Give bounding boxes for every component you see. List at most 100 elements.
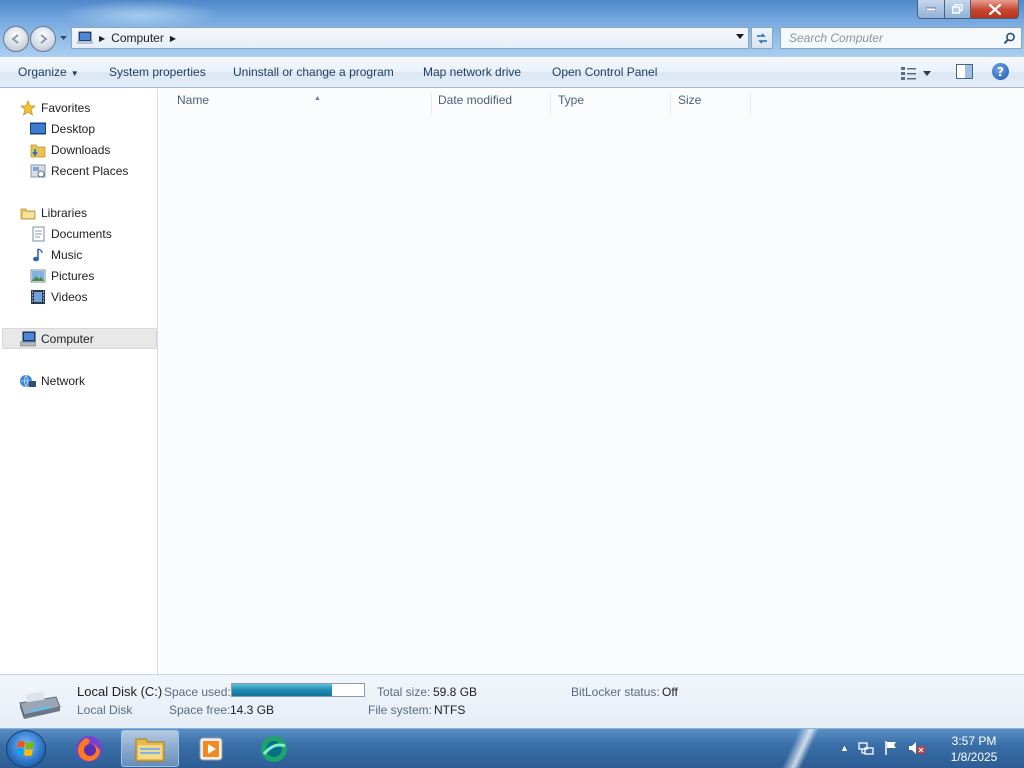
action-center-flag-icon[interactable] (883, 740, 899, 756)
firefox-icon (76, 735, 102, 762)
column-header-type[interactable]: Type (558, 93, 671, 115)
search-box[interactable] (780, 27, 1022, 49)
clock-time: 3:57 PM (951, 734, 997, 748)
computer-icon (20, 331, 36, 347)
network-status-icon[interactable] (858, 740, 874, 756)
clock-date: 1/8/2025 (950, 750, 998, 764)
nav-label: Videos (51, 289, 88, 304)
column-header-size[interactable]: Size (678, 93, 751, 115)
system-properties-button[interactable]: System properties (109, 65, 206, 79)
nav-item-pictures[interactable]: Pictures (30, 265, 94, 286)
nav-item-libraries[interactable]: Libraries (20, 202, 87, 223)
bitlocker-status-label: BitLocker status: (571, 685, 660, 699)
taskbar-explorer-button[interactable] (121, 730, 179, 767)
volume-muted-icon[interactable] (908, 740, 926, 756)
media-player-icon (199, 737, 223, 760)
space-free-label: Space free: (169, 703, 231, 717)
bitlocker-status-value: Off (662, 685, 678, 699)
show-hidden-icons-icon[interactable]: ▲ (840, 743, 849, 753)
nav-item-music[interactable]: Music (30, 244, 82, 265)
navigation-pane: Favorites Desktop Downloads Recent Place… (0, 89, 158, 674)
network-icon (20, 373, 36, 389)
nav-label: Computer (41, 331, 94, 346)
organize-label: Organize (18, 65, 67, 79)
windows-logo-icon (16, 741, 34, 756)
chevron-down-icon: ▼ (70, 69, 79, 78)
close-icon (988, 3, 1001, 15)
taskbar-clock[interactable]: 3:57 PM 1/8/2025 (944, 733, 1004, 765)
drive-name: Local Disk (C:) (77, 684, 163, 699)
refresh-button[interactable] (751, 27, 773, 49)
recent-places-icon (30, 163, 46, 179)
address-bar[interactable]: ▶ Computer ▶ (71, 27, 749, 49)
file-system-label: File system: (368, 703, 433, 717)
breadcrumb-separator-icon[interactable]: ▶ (99, 34, 105, 43)
videos-icon (30, 289, 46, 305)
nav-item-computer[interactable]: Computer (20, 328, 94, 349)
space-used-label: Space used: (164, 685, 231, 699)
breadcrumb-separator-icon[interactable]: ▶ (170, 34, 176, 43)
nav-item-desktop[interactable]: Desktop (30, 118, 95, 139)
forward-arrow-icon (40, 34, 48, 44)
space-used-bar (231, 683, 365, 697)
downloads-folder-icon (30, 142, 46, 158)
column-header-date-modified[interactable]: Date modified (438, 93, 551, 115)
hard-drive-icon (19, 691, 61, 719)
restore-icon (952, 4, 963, 14)
preview-pane-button[interactable] (956, 64, 974, 80)
app-icon (261, 735, 287, 762)
uninstall-program-button[interactable]: Uninstall or change a program (233, 65, 394, 79)
nav-label: Network (41, 373, 86, 388)
taskbar-firefox-button[interactable] (60, 730, 118, 767)
minimize-button[interactable] (917, 0, 945, 19)
nav-item-downloads[interactable]: Downloads (30, 139, 110, 160)
taskbar-media-player-button[interactable] (182, 730, 240, 767)
nav-label: Favorites (41, 100, 91, 115)
chevron-down-icon (923, 70, 931, 76)
nav-label: Music (51, 247, 83, 262)
nav-item-documents[interactable]: Documents (30, 223, 112, 244)
taskbar-app-button[interactable] (245, 730, 303, 767)
back-button[interactable] (3, 26, 29, 52)
map-network-drive-button[interactable]: Map network drive (423, 65, 521, 79)
nav-label: Recent Places (51, 163, 129, 178)
nav-item-favorites[interactable]: Favorites (20, 97, 90, 118)
libraries-icon (20, 205, 36, 221)
pictures-icon (30, 268, 46, 284)
address-history-chevron-icon[interactable] (736, 34, 744, 39)
computer-icon (77, 31, 93, 44)
nav-item-network[interactable]: Network (20, 370, 85, 391)
total-size-label: Total size: (377, 685, 431, 699)
start-button[interactable] (6, 730, 46, 768)
drive-type: Local Disk (77, 703, 133, 717)
star-icon (20, 99, 36, 116)
search-input[interactable] (781, 31, 991, 45)
desktop-icon (30, 121, 46, 137)
file-system-value: NTFS (434, 703, 466, 717)
minimize-icon (926, 7, 936, 11)
close-button[interactable] (971, 0, 1019, 19)
titlebar-glow (60, 0, 220, 30)
window-controls (917, 0, 1021, 19)
total-size-value: 59.8 GB (433, 685, 478, 699)
search-icon[interactable] (1003, 32, 1016, 45)
nav-item-videos[interactable]: Videos (30, 286, 87, 307)
organize-button[interactable]: Organize ▼ (18, 65, 79, 79)
recent-pages-dropdown[interactable] (59, 33, 67, 43)
maximize-button[interactable] (945, 0, 971, 19)
nav-item-recent-places[interactable]: Recent Places (30, 160, 128, 181)
file-list[interactable]: Name ▲ Date modified Type Size (159, 89, 1024, 674)
forward-button[interactable] (30, 26, 56, 52)
refresh-icon (757, 32, 767, 44)
nav-label: Desktop (51, 121, 96, 136)
change-view-button[interactable] (901, 64, 941, 82)
preview-pane-icon (956, 64, 973, 79)
open-control-panel-button[interactable]: Open Control Panel (552, 65, 657, 79)
nav-label: Documents (51, 226, 112, 241)
back-arrow-icon (11, 34, 19, 44)
chevron-down-icon (59, 35, 67, 40)
help-button[interactable]: ? (992, 63, 1009, 80)
command-bar: Organize ▼ System properties Uninstall or… (0, 56, 1024, 88)
column-header-name[interactable]: Name ▲ (177, 93, 432, 115)
breadcrumb-computer[interactable]: Computer (111, 31, 164, 45)
